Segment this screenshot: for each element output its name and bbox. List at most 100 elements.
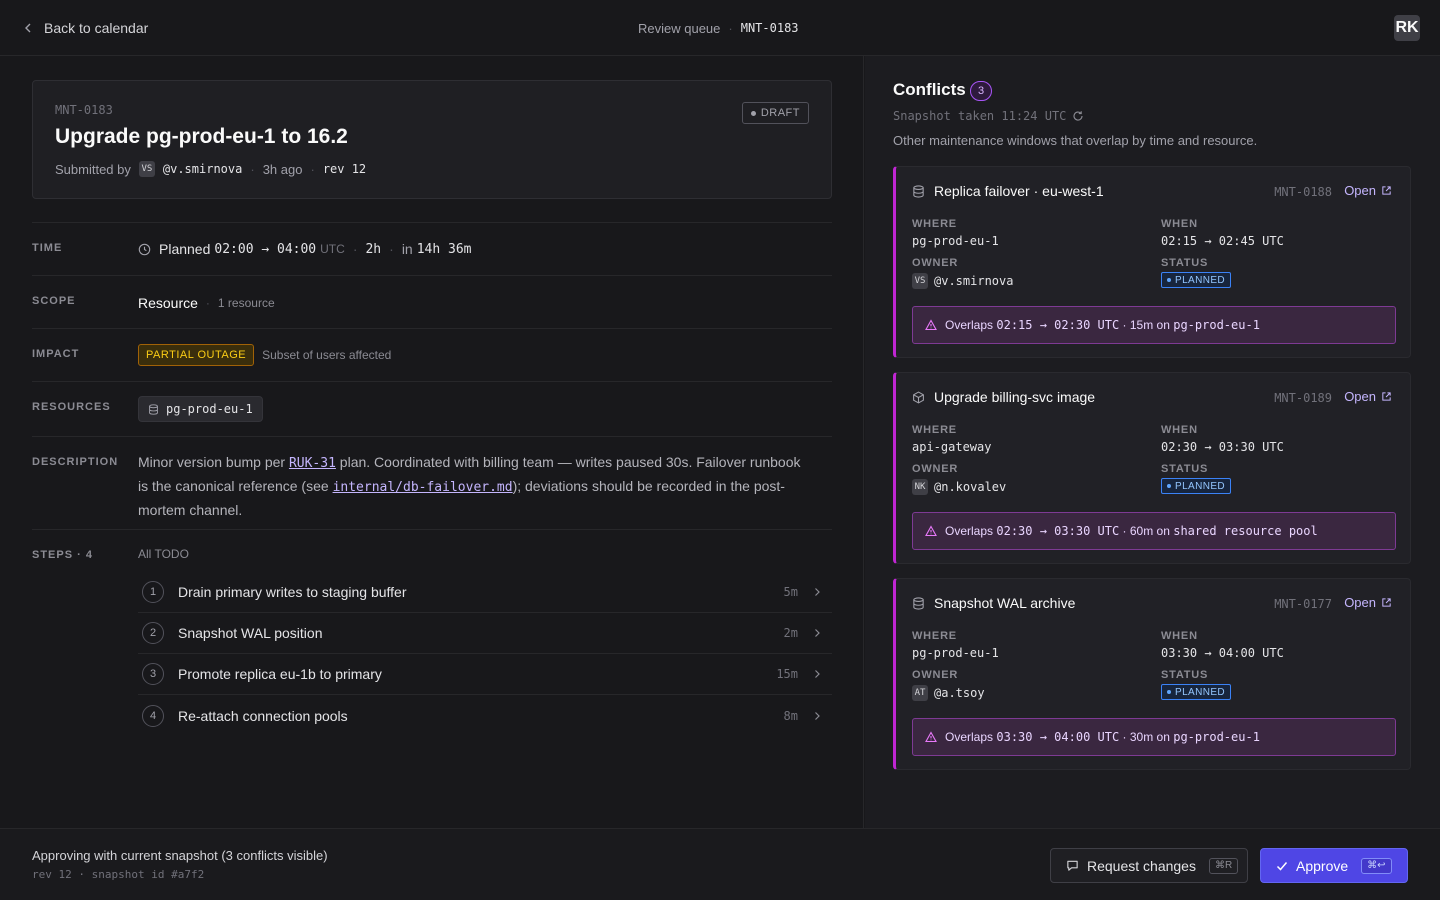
conflict-title: Replica failover · eu-west-1 [934,183,1104,199]
overlap-prefix: Overlaps [945,730,994,744]
back-to-calendar-link[interactable]: Back to calendar [22,18,148,38]
owner-label: OWNER [912,669,959,681]
approval-footer: Approving with current snapshot (3 confl… [0,828,1440,900]
planned-badge: PLANNED [1161,272,1232,288]
description-part: Minor version bump per [138,454,289,470]
step-duration: 5m [783,585,798,599]
chevron-right-icon [815,670,820,678]
where-value: pg-prod-eu-1 [912,646,999,660]
planned-range: 02:00 → 04:00 [214,241,317,257]
overlap-text: Overlaps 02:15 → 02:30 UTC · 15m on pg-p… [945,318,1260,332]
conflicts-count-badge: 3 [970,81,992,101]
approve-label: Approve [1296,857,1349,874]
status-badge: DRAFT [741,102,809,124]
refresh-icon[interactable] [1072,110,1084,122]
overlap-prefix: Overlaps [945,524,994,538]
planned-text: PLANNED [1175,274,1226,286]
status-value: PLANNED [1161,272,1232,288]
ticket-link[interactable]: RUK-31 [289,456,336,471]
overlap-range: 02:15 → 02:30 UTC [996,318,1120,332]
when-label: WHEN [1161,218,1198,230]
when-value: 03:30 → 04:00 UTC [1161,646,1284,660]
open-conflict-link[interactable]: Open [1344,595,1392,610]
open-label: Open [1344,389,1376,404]
step-number: 1 [142,581,164,603]
step-duration: 15m [776,667,798,681]
clock-icon [138,243,151,255]
status-dot-icon [1167,484,1171,488]
step-label: Drain primary writes to staging buffer [178,584,407,600]
planned-badge: PLANNED [1161,478,1232,494]
overlap-mid: · 30m on [1119,730,1174,744]
countdown: 14h 36m [416,241,472,257]
chevron-right-icon [815,711,820,720]
chevron-right-icon [815,588,820,596]
duration: 2h [365,241,382,257]
time-label: TIME [32,242,63,254]
time-separator: · [352,241,358,257]
conflict-card: Snapshot WAL archive MNT-0177 Open WHERE… [893,578,1411,770]
step-number: 2 [142,622,164,644]
impact-badge: PARTIAL OUTAGE [138,344,255,366]
snapshot-info: Snapshot taken 11:24 UTC [893,109,1084,123]
step-item[interactable]: 3 Promote replica eu-1b to primary 15m [138,654,832,695]
step-label: Snapshot WAL position [178,625,323,641]
owner-handle[interactable]: @a.tsoy [934,686,985,700]
step-item[interactable]: 1 Drain primary writes to staging buffer… [138,572,832,613]
owner-avatar: NK [912,479,928,495]
step-duration: 2m [783,626,798,640]
user-avatar[interactable]: RK [1394,15,1420,41]
runbook-link[interactable]: internal/db-failover.md [333,480,513,495]
owner-value: AT @a.tsoy [912,685,985,701]
approve-button[interactable]: Approve ⌘↩ [1260,848,1408,883]
conflict-card: Upgrade billing-svc image MNT-0189 Open … [893,372,1411,564]
owner-handle[interactable]: @v.smirnova [934,274,1013,288]
owner-label: OWNER [912,463,959,475]
owner-value: VS @v.smirnova [912,273,1013,289]
timezone: UTC [320,242,345,256]
impact-row: IMPACT PARTIAL OUTAGE Subset of users af… [32,328,832,381]
conflict-id: MNT-0188 [1274,185,1332,199]
owner-handle[interactable]: @n.kovalev [934,480,1006,494]
step-number: 3 [142,663,164,685]
revision: rev 12 [322,162,367,176]
planned-label: Planned [159,241,211,257]
overlap-warning: Overlaps 02:30 → 03:30 UTC · 60m on shar… [912,512,1396,550]
database-icon [913,185,924,198]
back-label: Back to calendar [44,20,149,36]
owner-value: NK @n.kovalev [912,479,1006,495]
overlap-text: Overlaps 03:30 → 04:00 UTC · 30m on pg-p… [945,730,1260,744]
impact-value: PARTIAL OUTAGE Subset of users affected [138,344,391,366]
scope-separator: · [205,296,210,310]
breadcrumb-separator: · [728,20,733,36]
scope-type: Resource [138,295,198,311]
resources-row: RESOURCES pg-prod-eu-1 [32,381,832,436]
database-icon [149,403,158,415]
submission-age: 3h ago [262,161,303,177]
status-text: DRAFT [760,107,800,119]
planned-badge: PLANNED [1161,684,1232,700]
resource-chip[interactable]: pg-prod-eu-1 [138,396,263,422]
step-item[interactable]: 4 Re-attach connection pools 8m [138,695,832,736]
where-label: WHERE [912,630,957,642]
impact-label: IMPACT [32,348,80,360]
resource-name: pg-prod-eu-1 [166,402,253,416]
conflict-id: MNT-0177 [1274,597,1332,611]
open-conflict-link[interactable]: Open [1344,389,1392,404]
conflict-title: Upgrade billing-svc image [934,389,1096,405]
maintenance-header-card: MNT-0183 Upgrade pg-prod-eu-1 to 16.2 Su… [32,80,832,199]
submitted-by-label: Submitted by [55,161,131,177]
overlap-range: 03:30 → 04:00 UTC [996,730,1120,744]
breadcrumb-review-queue[interactable]: Review queue [638,21,720,36]
request-changes-button[interactable]: Request changes ⌘R [1050,848,1248,883]
conflicts-title: Conflicts [893,80,966,99]
top-bar: Back to calendar Review queue · MNT-0183… [0,0,1440,56]
open-conflict-link[interactable]: Open [1344,183,1392,198]
where-value: pg-prod-eu-1 [912,234,999,248]
open-label: Open [1344,595,1376,610]
submitter-handle[interactable]: @v.smirnova [163,162,242,176]
package-icon [913,391,924,404]
step-item[interactable]: 2 Snapshot WAL position 2m [138,613,832,654]
conflicts-panel: Conflicts 3 Snapshot taken 11:24 UTC Oth… [865,56,1440,828]
resources-label: RESOURCES [32,401,111,413]
